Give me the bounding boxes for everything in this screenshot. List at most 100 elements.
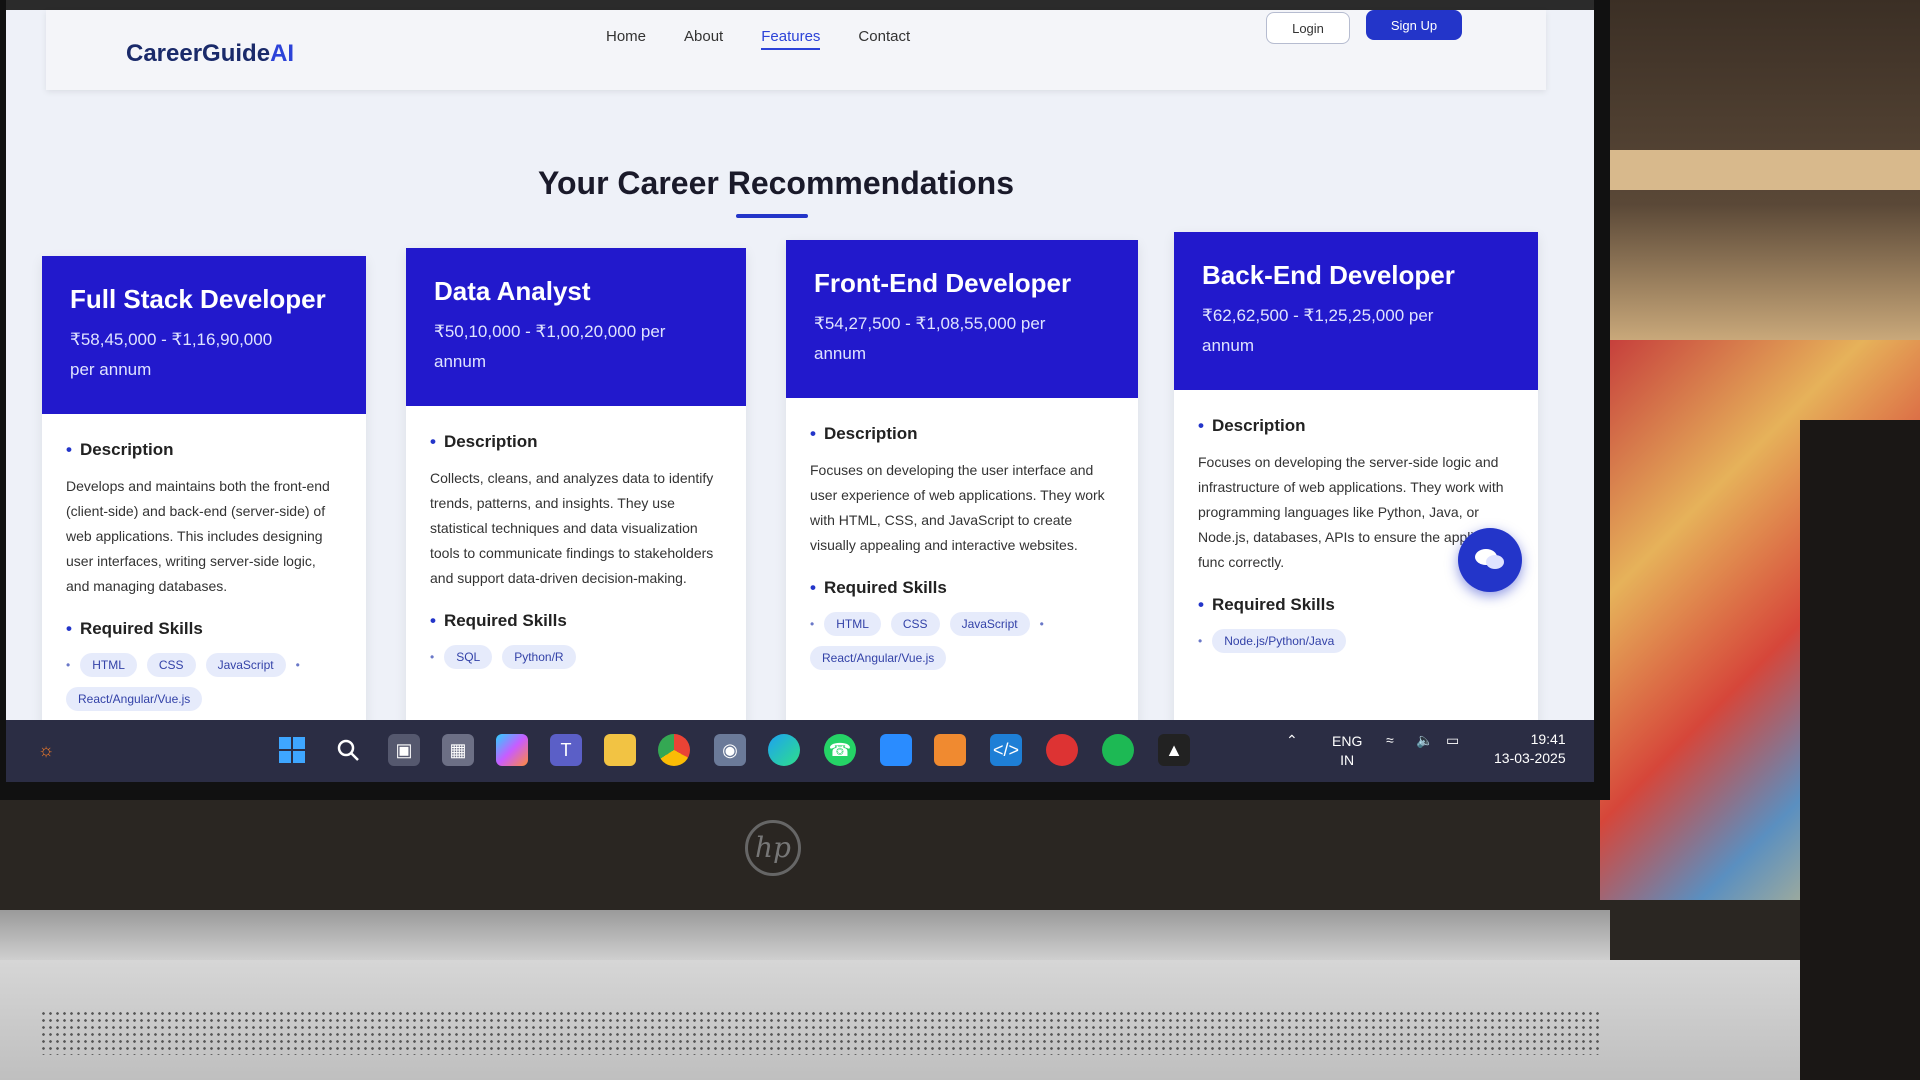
nav-contact[interactable]: Contact (858, 28, 910, 50)
skill-tag: SQL (444, 645, 493, 669)
card-header: Front-End Developer ₹54,27,500 - ₹1,08,5… (786, 240, 1138, 398)
card-description: Focuses on developing the user interface… (810, 462, 1105, 553)
section-title: Your Career Recommendations (538, 165, 1014, 201)
login-button[interactable]: Login (1266, 12, 1350, 44)
hp-app-icon[interactable] (880, 734, 912, 766)
widgets-icon[interactable]: ☼ (30, 734, 62, 766)
card-title: Back-End Developer (1202, 260, 1455, 290)
bullet-icon: • (1198, 634, 1203, 648)
skill-tag: JavaScript (205, 653, 286, 677)
bullet-icon: • (66, 658, 71, 672)
camera-icon[interactable]: ◉ (714, 734, 746, 766)
bullet-icon: • (810, 617, 815, 631)
skill-tag: Python/R (502, 645, 576, 669)
chrome-icon[interactable] (658, 734, 690, 766)
career-card[interactable]: Back-End Developer ₹62,62,500 - ₹1,25,25… (1174, 232, 1538, 736)
skill-tag: React/Angular/Vue.js (810, 646, 947, 670)
file-explorer-icon[interactable] (604, 734, 636, 766)
skill-tag: Node.js/Python/Java (1212, 629, 1347, 653)
skill-tag: HTML (824, 612, 881, 636)
card-description: Develops and maintains both the front-en… (66, 478, 330, 594)
game-icon[interactable] (1046, 734, 1078, 766)
task-view-icon[interactable]: ▣ (388, 734, 420, 766)
brand-name: CareerGuide (126, 40, 271, 67)
calculator-icon[interactable]: ▦ (442, 734, 474, 766)
card-header: Full Stack Developer ₹58,45,000 - ₹1,16,… (42, 256, 366, 414)
skills-list: • Node.js/Python/Java (1198, 629, 1514, 653)
skills-list: • HTML CSS JavaScript • React/Angular/Vu… (810, 612, 1114, 670)
description-label: Description (1198, 416, 1514, 436)
card-body: Description Develops and maintains both … (42, 414, 366, 731)
media-icon[interactable]: ▲ (1158, 734, 1190, 766)
search-icon[interactable] (332, 734, 364, 766)
language-code: ENG (1332, 733, 1363, 749)
hp-logo: hp (745, 820, 801, 876)
top-navbar: CareerGuideAI Home About Features Contac… (46, 10, 1546, 90)
brand-accent: AI (270, 40, 295, 67)
bullet-icon: • (430, 650, 435, 664)
teams-icon[interactable]: T (550, 734, 582, 766)
nav-home[interactable]: Home (606, 28, 646, 50)
laptop-hinge (0, 910, 1610, 960)
chat-icon (1475, 549, 1504, 569)
card-title: Full Stack Developer (70, 284, 326, 314)
card-description: Collects, cleans, and analyzes data to i… (430, 470, 714, 586)
brand-logo[interactable]: CareerGuideAI (126, 40, 294, 68)
screen: CareerGuideAI Home About Features Contac… (6, 0, 1594, 782)
card-title: Front-End Developer (814, 268, 1072, 298)
background-shadow (1800, 420, 1920, 1080)
skills-label: Required Skills (1198, 595, 1514, 615)
browser-chrome-strip (6, 0, 1594, 10)
language-indicator[interactable]: ENG IN (1332, 732, 1362, 770)
battery-icon[interactable]: ▭ (1446, 732, 1459, 749)
chevron-up-icon[interactable]: ⌃ (1286, 732, 1298, 749)
copilot-icon[interactable] (496, 734, 528, 766)
whatsapp-icon[interactable]: ☎ (824, 734, 856, 766)
skill-tag: CSS (890, 612, 940, 636)
skills-list: • SQL Python/R (430, 645, 722, 669)
description-label: Description (810, 424, 1114, 444)
region-code: IN (1340, 752, 1355, 768)
edge-icon[interactable] (768, 734, 800, 766)
start-icon[interactable] (276, 734, 308, 766)
chat-button[interactable] (1458, 528, 1522, 592)
bullet-icon: • (295, 658, 300, 672)
windows-taskbar: ☼ ▣ ▦ T ◉ ☎ </> ▲ ⌃ ENG IN ≈ 🔈 ▭ 19:41 1… (6, 720, 1594, 782)
career-card[interactable]: Data Analyst ₹50,10,000 - ₹1,00,20,000 p… (406, 248, 746, 736)
career-card[interactable]: Front-End Developer ₹54,27,500 - ₹1,08,5… (786, 240, 1138, 736)
signup-button[interactable]: Sign Up (1366, 10, 1462, 40)
skills-label: Required Skills (430, 611, 722, 631)
skill-tag: CSS (146, 653, 196, 677)
card-header: Data Analyst ₹50,10,000 - ₹1,00,20,000 p… (406, 248, 746, 406)
clock-time: 19:41 (1530, 731, 1566, 747)
card-title: Data Analyst (434, 276, 591, 306)
clock[interactable]: 19:41 13-03-2025 (1494, 730, 1566, 768)
career-card[interactable]: Full Stack Developer ₹58,45,000 - ₹1,16,… (42, 256, 366, 736)
volume-icon[interactable]: 🔈 (1416, 732, 1433, 749)
background-shelf (1610, 150, 1920, 190)
card-salary: ₹62,62,500 - ₹1,25,25,000 per annum (1202, 306, 1434, 355)
nav-about[interactable]: About (684, 28, 723, 50)
card-salary: ₹50,10,000 - ₹1,00,20,000 per annum (434, 322, 666, 371)
office-icon[interactable] (934, 734, 966, 766)
description-label: Description (66, 440, 342, 460)
bullet-icon: • (1039, 617, 1044, 631)
nav-features[interactable]: Features (761, 28, 821, 50)
skills-list: • HTML CSS JavaScript • React/Angular/Vu… (66, 653, 342, 711)
card-body: Description Focuses on developing the us… (786, 398, 1138, 690)
card-header: Back-End Developer ₹62,62,500 - ₹1,25,25… (1174, 232, 1538, 390)
clock-date: 13-03-2025 (1494, 750, 1566, 766)
vscode-icon[interactable]: </> (990, 734, 1022, 766)
description-label: Description (430, 432, 722, 452)
skills-label: Required Skills (810, 578, 1114, 598)
skill-tag: HTML (80, 653, 137, 677)
card-salary: ₹54,27,500 - ₹1,08,55,000 per annum (814, 314, 1046, 363)
speaker-grille (40, 1010, 1600, 1055)
skill-tag: React/Angular/Vue.js (66, 687, 203, 711)
skills-label: Required Skills (66, 619, 342, 639)
nav-links: Home About Features Contact (606, 28, 910, 50)
card-salary: ₹58,45,000 - ₹1,16,90,000 per annum (70, 330, 273, 379)
wifi-icon[interactable]: ≈ (1386, 732, 1394, 748)
spotify-icon[interactable] (1102, 734, 1134, 766)
title-underline (736, 214, 808, 218)
